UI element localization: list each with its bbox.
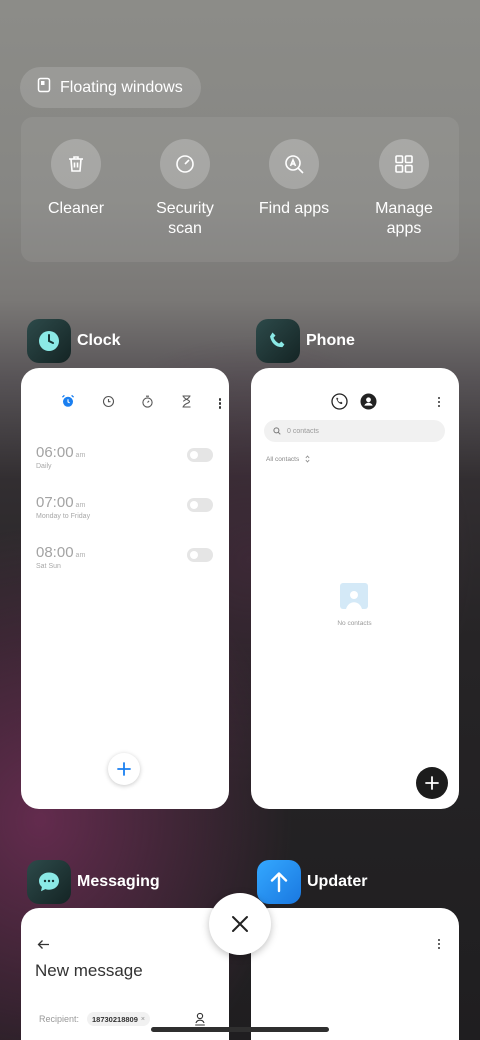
sort-arrows-icon: [305, 455, 310, 463]
more-options-icon[interactable]: [438, 397, 441, 408]
recipient-label: Recipient:: [39, 1014, 80, 1024]
dialer-tab-icon[interactable]: [331, 393, 348, 415]
empty-contacts-icon: [340, 583, 368, 609]
floating-windows-button[interactable]: Floating windows: [20, 67, 201, 108]
find-apps-button[interactable]: Find apps: [246, 139, 342, 219]
window-icon: [36, 77, 52, 98]
alarm-ampm: am: [75, 552, 86, 559]
alarm-item[interactable]: 06:00 am Daily: [36, 444, 213, 470]
more-options-icon[interactable]: [438, 939, 441, 950]
find-apps-label: Find apps: [258, 200, 330, 217]
phone-app-name: Phone: [306, 332, 355, 349]
clock-icon: [27, 319, 71, 363]
alarm-time: 06:00: [36, 444, 74, 461]
recipient-chip[interactable]: 18730218809 ×: [87, 1012, 150, 1026]
phone-app-card[interactable]: 0 contacts All contacts No contacts: [251, 368, 459, 809]
security-scan-label: Security scan: [156, 200, 214, 237]
alarm-time: 08:00: [36, 544, 74, 561]
home-indicator[interactable]: [151, 1027, 329, 1032]
contacts-filter-label: All contacts: [266, 455, 300, 463]
alarm-ampm: am: [75, 452, 86, 459]
updater-app-card[interactable]: [251, 908, 459, 1040]
new-message-title: New message: [35, 961, 143, 980]
find-apps-icon: [269, 139, 319, 189]
contacts-tab-icon[interactable]: [360, 393, 377, 415]
floating-windows-label: Floating windows: [60, 78, 183, 96]
plus-icon: [425, 776, 439, 790]
alarm-toggle[interactable]: [187, 448, 213, 462]
clock-app-card[interactable]: 06:00 am Daily 07:00 am Monday to Friday 0…: [21, 368, 229, 809]
contacts-filter-dropdown[interactable]: All contacts: [266, 455, 310, 463]
alarm-repeat: Monday to Friday: [36, 513, 91, 520]
phone-app-header[interactable]: Phone: [256, 319, 355, 363]
messaging-app-header[interactable]: Messaging: [27, 860, 160, 904]
more-options-icon[interactable]: [218, 398, 221, 409]
messaging-app-card[interactable]: New message Recipient: 18730218809 ×: [21, 908, 229, 1040]
quick-actions-panel: Cleaner Security scan Find apps Manage a…: [21, 117, 459, 262]
alarm-repeat: Sat Sun: [36, 563, 61, 570]
alarm-item[interactable]: 08:00 am Sat Sun: [36, 544, 213, 570]
recipient-number: 18730218809: [92, 1014, 138, 1024]
updater-app-name: Updater: [307, 873, 368, 890]
add-alarm-button[interactable]: [108, 753, 140, 785]
alarm-toggle[interactable]: [187, 498, 213, 512]
contacts-search-input[interactable]: 0 contacts: [264, 420, 445, 442]
alarm-item[interactable]: 07:00 am Monday to Friday: [36, 494, 213, 520]
stopwatch-icon[interactable]: [141, 395, 154, 413]
alarm-icon[interactable]: [61, 394, 75, 413]
remove-recipient-icon[interactable]: ×: [141, 1016, 145, 1023]
clock-app-header[interactable]: Clock: [27, 319, 121, 363]
alarm-toggle[interactable]: [187, 548, 213, 562]
cleaner-label: Cleaner: [47, 200, 105, 217]
phone-tabs: [331, 393, 377, 415]
security-scan-button[interactable]: Security scan: [137, 139, 233, 239]
cleaner-button[interactable]: Cleaner: [28, 139, 124, 219]
alarm-ampm: am: [75, 502, 86, 509]
grid-icon: [379, 139, 429, 189]
hourglass-icon[interactable]: [181, 394, 192, 413]
empty-contacts-text: No contacts: [337, 620, 372, 627]
trash-icon: [51, 139, 101, 189]
alarm-repeat: Daily: [36, 463, 52, 470]
back-arrow-icon[interactable]: [37, 937, 50, 955]
clear-all-button[interactable]: [209, 893, 271, 955]
messaging-app-name: Messaging: [77, 873, 160, 890]
close-icon: [232, 916, 248, 932]
clock-app-name: Clock: [77, 332, 121, 349]
manage-apps-label: Manage apps: [375, 200, 433, 237]
clock-tabs: [61, 394, 221, 413]
clock-tab-icon[interactable]: [102, 395, 115, 413]
search-icon: [273, 427, 281, 435]
plus-icon: [117, 762, 131, 776]
add-contact-button[interactable]: [416, 767, 448, 799]
updater-app-header[interactable]: Updater: [257, 860, 367, 904]
contacts-search-placeholder: 0 contacts: [287, 427, 319, 435]
security-scan-icon: [160, 139, 210, 189]
phone-icon: [256, 319, 300, 363]
manage-apps-button[interactable]: Manage apps: [356, 139, 452, 239]
arrow-up-icon: [257, 860, 301, 904]
chat-bubble-icon: [27, 860, 71, 904]
alarm-time: 07:00: [36, 494, 74, 511]
